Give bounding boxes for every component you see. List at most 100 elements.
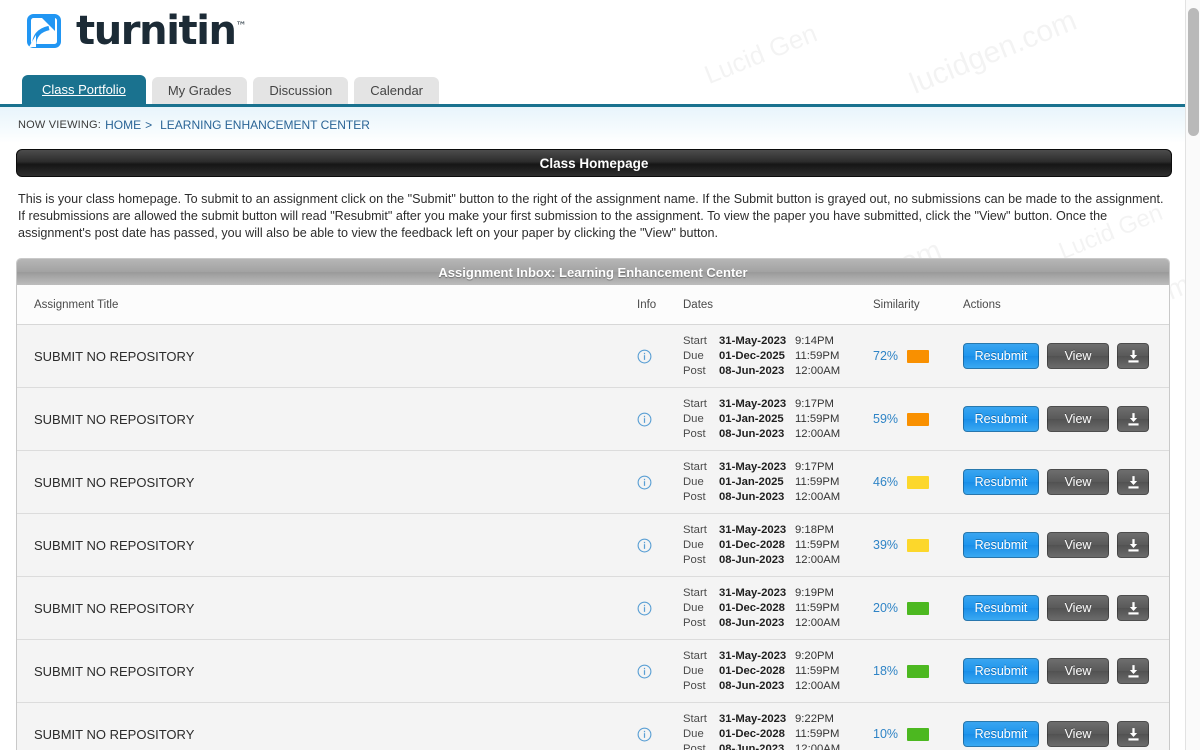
tab-my-grades[interactable]: My Grades bbox=[151, 77, 248, 104]
turnitin-arrow-logo-icon bbox=[27, 14, 61, 48]
resubmit-button[interactable]: Resubmit bbox=[963, 721, 1039, 747]
tab-discussion[interactable]: Discussion bbox=[253, 77, 349, 104]
similarity-score[interactable]: 59% bbox=[873, 412, 898, 426]
similarity-cell: 18% bbox=[873, 664, 963, 678]
start-time: 9:14PM bbox=[795, 335, 834, 347]
resubmit-button[interactable]: Resubmit bbox=[963, 343, 1039, 369]
start-label: Start bbox=[683, 650, 707, 662]
due-time: 11:59PM bbox=[795, 665, 840, 677]
info-icon[interactable] bbox=[637, 538, 652, 553]
info-icon[interactable] bbox=[637, 349, 652, 364]
breadcrumb-item-class[interactable]: LEARNING ENHANCEMENT CENTER bbox=[160, 118, 370, 132]
dates-cell: Start 31-May-2023 9:18PM Due 01-Dec-2028 11:5… bbox=[683, 523, 873, 567]
vertical-scrollbar[interactable] bbox=[1185, 0, 1200, 750]
start-date: 31-May-2023 bbox=[719, 587, 787, 599]
resubmit-button[interactable]: Resubmit bbox=[963, 595, 1039, 621]
info-cell[interactable] bbox=[637, 349, 683, 364]
view-button[interactable]: View bbox=[1047, 532, 1109, 558]
actions-cell: Resubmit View bbox=[963, 343, 1169, 369]
similarity-score[interactable]: 18% bbox=[873, 664, 898, 678]
similarity-score[interactable]: 10% bbox=[873, 727, 898, 741]
similarity-score[interactable]: 20% bbox=[873, 601, 898, 615]
column-header-similarity: Similarity bbox=[873, 298, 920, 311]
resubmit-button[interactable]: Resubmit bbox=[963, 469, 1039, 495]
download-button[interactable] bbox=[1117, 532, 1149, 558]
view-button[interactable]: View bbox=[1047, 721, 1109, 747]
similarity-score[interactable]: 46% bbox=[873, 475, 898, 489]
info-cell[interactable] bbox=[637, 664, 683, 679]
download-button[interactable] bbox=[1117, 658, 1149, 684]
view-button[interactable]: View bbox=[1047, 343, 1109, 369]
actions-cell: Resubmit View bbox=[963, 469, 1169, 495]
brand-logo[interactable]: turnitin™ bbox=[22, 0, 1200, 53]
due-time: 11:59PM bbox=[795, 476, 840, 488]
info-icon[interactable] bbox=[637, 601, 652, 616]
info-cell[interactable] bbox=[637, 412, 683, 427]
view-button[interactable]: View bbox=[1047, 658, 1109, 684]
actions-cell: Resubmit View bbox=[963, 406, 1169, 432]
tab-class-portfolio[interactable]: Class Portfolio bbox=[22, 75, 146, 104]
dates-cell: Start 31-May-2023 9:17PM Due 01-Jan-2025 11:5… bbox=[683, 397, 873, 441]
download-button[interactable] bbox=[1117, 595, 1149, 621]
info-cell[interactable] bbox=[637, 601, 683, 616]
view-button[interactable]: View bbox=[1047, 595, 1109, 621]
info-cell[interactable] bbox=[637, 475, 683, 490]
download-button[interactable] bbox=[1117, 406, 1149, 432]
info-icon[interactable] bbox=[637, 412, 652, 427]
resubmit-button[interactable]: Resubmit bbox=[963, 658, 1039, 684]
similarity-score[interactable]: 39% bbox=[873, 538, 898, 552]
due-time: 11:59PM bbox=[795, 350, 840, 362]
assignment-title: SUBMIT NO REPOSITORY bbox=[34, 411, 195, 427]
download-icon bbox=[1127, 601, 1139, 614]
due-label: Due bbox=[683, 728, 704, 740]
view-button[interactable]: View bbox=[1047, 469, 1109, 495]
resubmit-button[interactable]: Resubmit bbox=[963, 406, 1039, 432]
resubmit-button[interactable]: Resubmit bbox=[963, 532, 1039, 558]
actions-cell: Resubmit View bbox=[963, 532, 1169, 558]
table-row: SUBMIT NO REPOSITORY Start 31-May-2023 9:17… bbox=[17, 388, 1169, 451]
due-time: 11:59PM bbox=[795, 539, 840, 551]
download-button[interactable] bbox=[1117, 469, 1149, 495]
info-icon[interactable] bbox=[637, 727, 652, 742]
similarity-cell: 39% bbox=[873, 538, 963, 552]
similarity-indicator bbox=[907, 727, 930, 741]
start-date: 31-May-2023 bbox=[719, 335, 787, 347]
page-title-bar: Class Homepage bbox=[16, 149, 1172, 177]
download-icon bbox=[1127, 727, 1139, 740]
start-time: 9:18PM bbox=[795, 524, 834, 536]
start-label: Start bbox=[683, 398, 707, 410]
due-date: 01-Jan-2025 bbox=[719, 476, 784, 488]
post-date: 08-Jun-2023 bbox=[719, 554, 785, 566]
start-time: 9:17PM bbox=[795, 461, 834, 473]
info-icon[interactable] bbox=[637, 475, 652, 490]
view-button[interactable]: View bbox=[1047, 406, 1109, 432]
info-icon[interactable] bbox=[637, 664, 652, 679]
tab-calendar[interactable]: Calendar bbox=[354, 77, 440, 104]
download-icon bbox=[1127, 538, 1139, 551]
due-label: Due bbox=[683, 665, 704, 677]
breadcrumb: NOW VIEWING: HOME > LEARNING ENHANCEMENT… bbox=[0, 107, 1200, 143]
due-label: Due bbox=[683, 350, 704, 362]
post-time: 12:00AM bbox=[795, 617, 841, 629]
scrollbar-thumb[interactable] bbox=[1188, 8, 1199, 136]
due-date: 01-Dec-2028 bbox=[719, 665, 785, 677]
download-icon bbox=[1127, 664, 1139, 677]
assignment-rows: SUBMIT NO REPOSITORY Start 31-May-2023 9:14… bbox=[17, 325, 1169, 750]
similarity-score[interactable]: 72% bbox=[873, 349, 898, 363]
actions-cell: Resubmit View bbox=[963, 658, 1169, 684]
assignment-inbox-panel: Assignment Inbox: Learning Enhancement C… bbox=[16, 258, 1170, 750]
start-time: 9:19PM bbox=[795, 587, 834, 599]
info-cell[interactable] bbox=[637, 538, 683, 553]
start-label: Start bbox=[683, 461, 707, 473]
table-row: SUBMIT NO REPOSITORY Start 31-May-2023 9:22… bbox=[17, 703, 1169, 750]
due-date: 01-Dec-2025 bbox=[719, 350, 785, 362]
post-date: 08-Jun-2023 bbox=[719, 680, 785, 692]
similarity-indicator bbox=[907, 538, 930, 552]
download-button[interactable] bbox=[1117, 343, 1149, 369]
info-cell[interactable] bbox=[637, 727, 683, 742]
start-date: 31-May-2023 bbox=[719, 650, 787, 662]
breadcrumb-item-home[interactable]: HOME bbox=[105, 118, 141, 132]
similarity-cell: 46% bbox=[873, 475, 963, 489]
dates-cell: Start 31-May-2023 9:22PM Due 01-Dec-2028 11:5… bbox=[683, 712, 873, 750]
download-button[interactable] bbox=[1117, 721, 1149, 747]
